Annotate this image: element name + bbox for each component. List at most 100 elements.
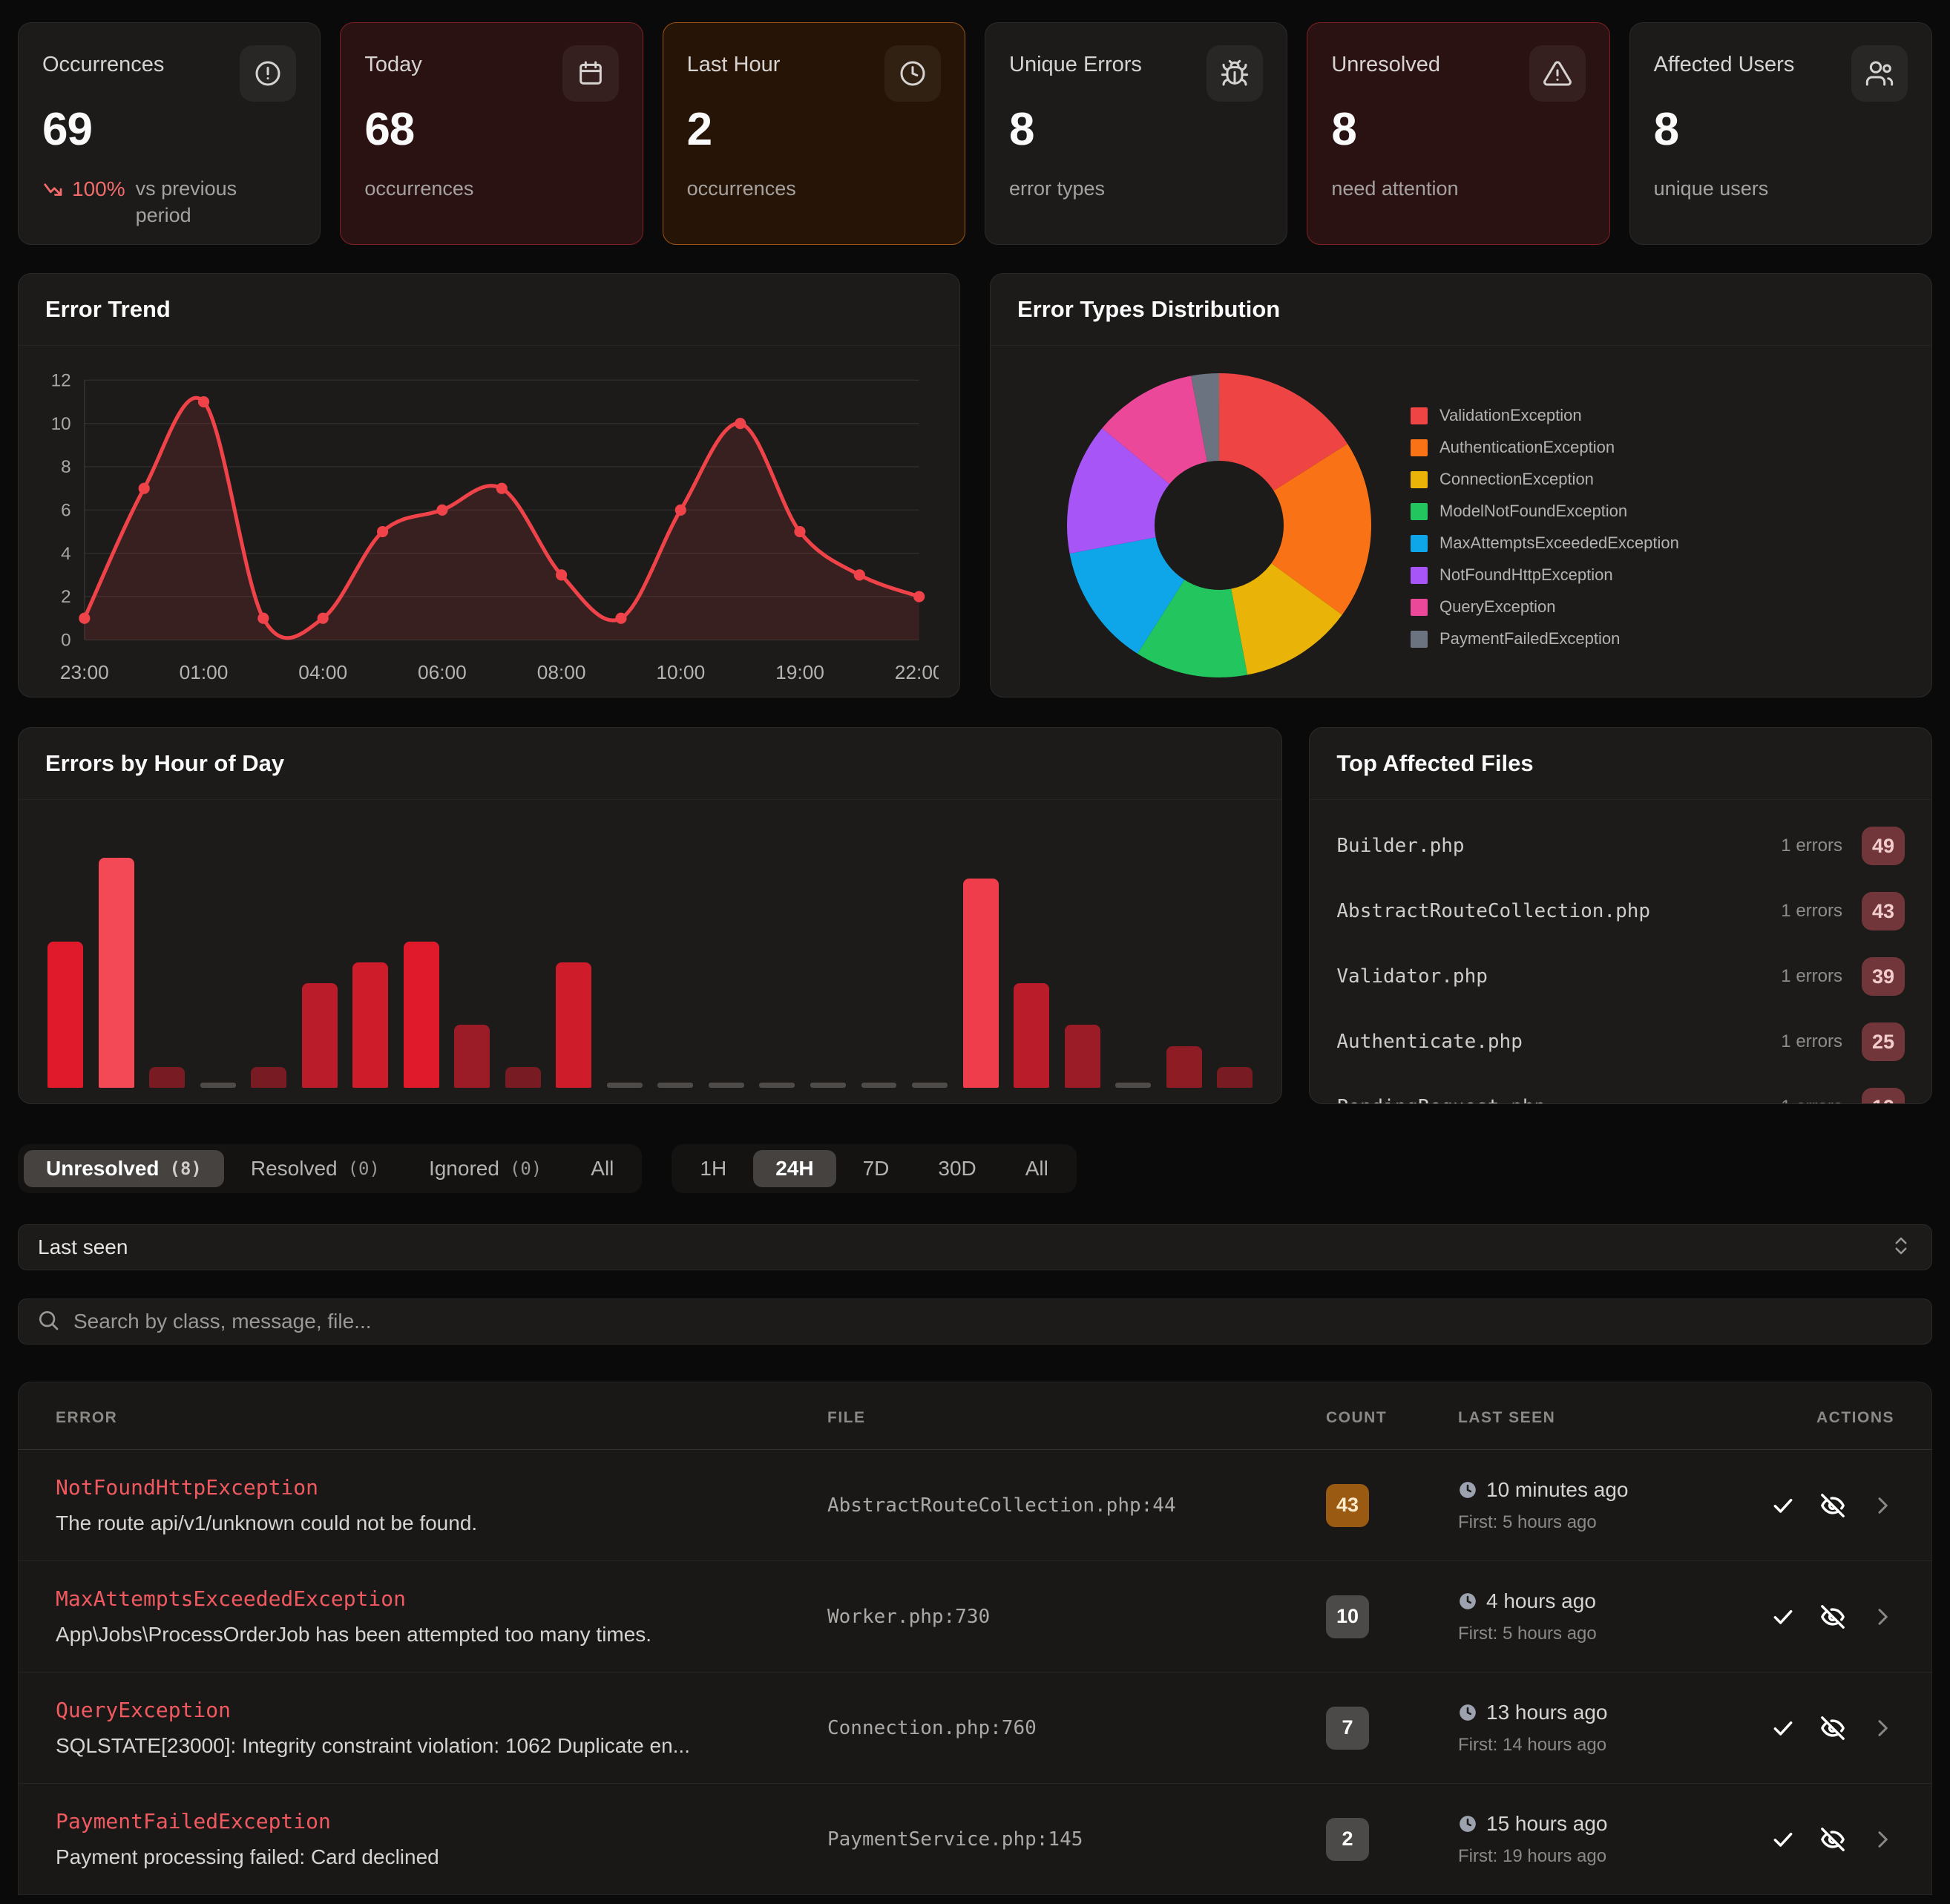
tab-label: 7D <box>863 1157 890 1181</box>
tab-label: 30D <box>938 1157 976 1181</box>
legend-swatch <box>1411 407 1428 424</box>
bar <box>47 942 83 1088</box>
column-file: File <box>827 1409 1326 1427</box>
clock-filled-icon <box>1458 1480 1477 1500</box>
file-name: AbstractRouteCollection.php <box>1336 900 1781 922</box>
range-tab-7d[interactable]: 7D <box>841 1150 912 1187</box>
bar-axis-label <box>1162 1101 1206 1104</box>
bar <box>454 1025 490 1088</box>
errors-table-header: ErrorFileCountLast SeenActions <box>19 1382 1931 1450</box>
bar-axis-label <box>857 1101 901 1104</box>
trending-down-icon <box>42 178 65 200</box>
errors-by-hour-panel: Errors by Hour of Day 036912151821 <box>18 727 1282 1104</box>
error-row-paymentfailedexception[interactable]: PaymentFailedException Payment processin… <box>19 1784 1931 1895</box>
search-icon <box>36 1308 60 1336</box>
stat-card-today: Today 68 occurrences <box>340 22 643 245</box>
error-file: Connection.php:760 <box>827 1717 1326 1739</box>
status-tab-resolved[interactable]: Resolved(0) <box>229 1150 402 1187</box>
sort-select[interactable]: Last seen <box>18 1224 1932 1270</box>
status-tab-all[interactable]: All <box>568 1150 636 1187</box>
bar-axis-label <box>1010 1101 1054 1104</box>
bar-axis-label <box>603 1101 647 1104</box>
stat-card-subtitle: error types <box>1009 175 1263 202</box>
ignore-button[interactable] <box>1820 1604 1845 1629</box>
error-message: The route api/v1/unknown could not be fo… <box>56 1511 827 1535</box>
status-tab-unresolved[interactable]: Unresolved(8) <box>24 1150 224 1187</box>
ignore-button[interactable] <box>1820 1493 1845 1518</box>
bar-axis-label: 21 <box>1112 1101 1155 1104</box>
error-count-badge: 43 <box>1326 1484 1369 1527</box>
bar <box>352 962 388 1088</box>
svg-text:10:00: 10:00 <box>656 661 705 683</box>
error-file: AbstractRouteCollection.php:44 <box>827 1494 1326 1517</box>
stat-card-value: 8 <box>1331 103 1585 156</box>
last-seen: 15 hours ago <box>1486 1812 1607 1836</box>
ignore-button[interactable] <box>1820 1716 1845 1741</box>
search-input[interactable] <box>73 1310 1914 1333</box>
legend-label: NotFoundHttpException <box>1439 565 1613 585</box>
file-count-badge: 49 <box>1862 827 1905 865</box>
bar-hour-21 <box>1112 830 1155 1088</box>
error-file: Worker.php:730 <box>827 1606 1326 1628</box>
bar <box>556 962 591 1088</box>
legend-label: ValidationException <box>1439 406 1582 425</box>
first-seen: First: 19 hours ago <box>1458 1846 1755 1867</box>
resolve-button[interactable] <box>1771 1828 1795 1851</box>
file-count-badge: 43 <box>1862 892 1905 930</box>
range-tab-1h[interactable]: 1H <box>677 1150 749 1187</box>
tab-label: All <box>1025 1157 1048 1181</box>
bar <box>99 858 134 1088</box>
details-button[interactable] <box>1871 1828 1894 1851</box>
status-tab-ignored[interactable]: Ignored(0) <box>407 1150 564 1187</box>
stat-card-affected-users: Affected Users 8 unique users <box>1629 22 1932 245</box>
svg-text:06:00: 06:00 <box>418 661 467 683</box>
column-count: Count <box>1326 1409 1458 1427</box>
stat-card-label: Occurrences <box>42 45 164 77</box>
bar <box>861 1083 897 1088</box>
file-name: PendingRequest.php <box>1336 1096 1781 1104</box>
stat-card-subtitle: occurrences <box>687 175 941 202</box>
error-row-queryexception[interactable]: QueryException SQLSTATE[23000]: Integrit… <box>19 1672 1931 1784</box>
range-tab-all[interactable]: All <box>1003 1150 1071 1187</box>
stat-card-value: 8 <box>1009 103 1263 156</box>
bar-axis-label <box>908 1101 952 1104</box>
resolve-button[interactable] <box>1771 1716 1795 1740</box>
stat-card-label: Today <box>364 45 421 77</box>
error-types-header: Error Types Distribution <box>991 274 1931 346</box>
file-count-badge: 39 <box>1862 957 1905 996</box>
error-message: App\Jobs\ProcessOrderJob has been attemp… <box>56 1623 827 1647</box>
resolve-button[interactable] <box>1771 1494 1795 1517</box>
bar-hour-8 <box>450 830 494 1088</box>
legend-item-maxattemptsexceededexception: MaxAttemptsExceededException <box>1411 534 1679 553</box>
ignore-button[interactable] <box>1820 1827 1845 1852</box>
tab-label: Resolved <box>251 1157 338 1181</box>
stat-card-subtitle: need attention <box>1331 175 1585 202</box>
first-seen: First: 5 hours ago <box>1458 1512 1755 1533</box>
panel-title: Error Types Distribution <box>1017 296 1905 323</box>
users-icon <box>1851 45 1908 102</box>
details-button[interactable] <box>1871 1716 1894 1740</box>
bar-hour-2 <box>145 830 189 1088</box>
clock-filled-icon <box>1458 1592 1477 1611</box>
bar-hour-7 <box>400 830 444 1088</box>
error-row-maxattemptsexceededexception[interactable]: MaxAttemptsExceededException App\Jobs\Pr… <box>19 1561 1931 1672</box>
range-tab-30d[interactable]: 30D <box>916 1150 998 1187</box>
stat-card-unique-errors: Unique Errors 8 error types <box>985 22 1287 245</box>
bar-axis-label: 15 <box>807 1101 850 1104</box>
file-errors-label: 1 errors <box>1781 966 1842 987</box>
error-count-badge: 2 <box>1326 1818 1369 1861</box>
details-button[interactable] <box>1871 1605 1894 1629</box>
bar <box>404 942 439 1088</box>
legend-item-validationexception: ValidationException <box>1411 406 1679 425</box>
legend-label: MaxAttemptsExceededException <box>1439 534 1679 553</box>
alert-triangle-icon <box>1529 45 1586 102</box>
bar-axis-label <box>552 1101 596 1104</box>
bar-hour-15 <box>807 830 850 1088</box>
range-tab-24h[interactable]: 24H <box>753 1150 836 1187</box>
error-row-notfoundhttpexception[interactable]: NotFoundHttpException The route api/v1/u… <box>19 1450 1931 1561</box>
svg-text:01:00: 01:00 <box>180 661 229 683</box>
last-seen: 10 minutes ago <box>1486 1478 1628 1502</box>
stat-card-value: 69 <box>42 103 296 156</box>
resolve-button[interactable] <box>1771 1605 1795 1629</box>
details-button[interactable] <box>1871 1494 1894 1517</box>
